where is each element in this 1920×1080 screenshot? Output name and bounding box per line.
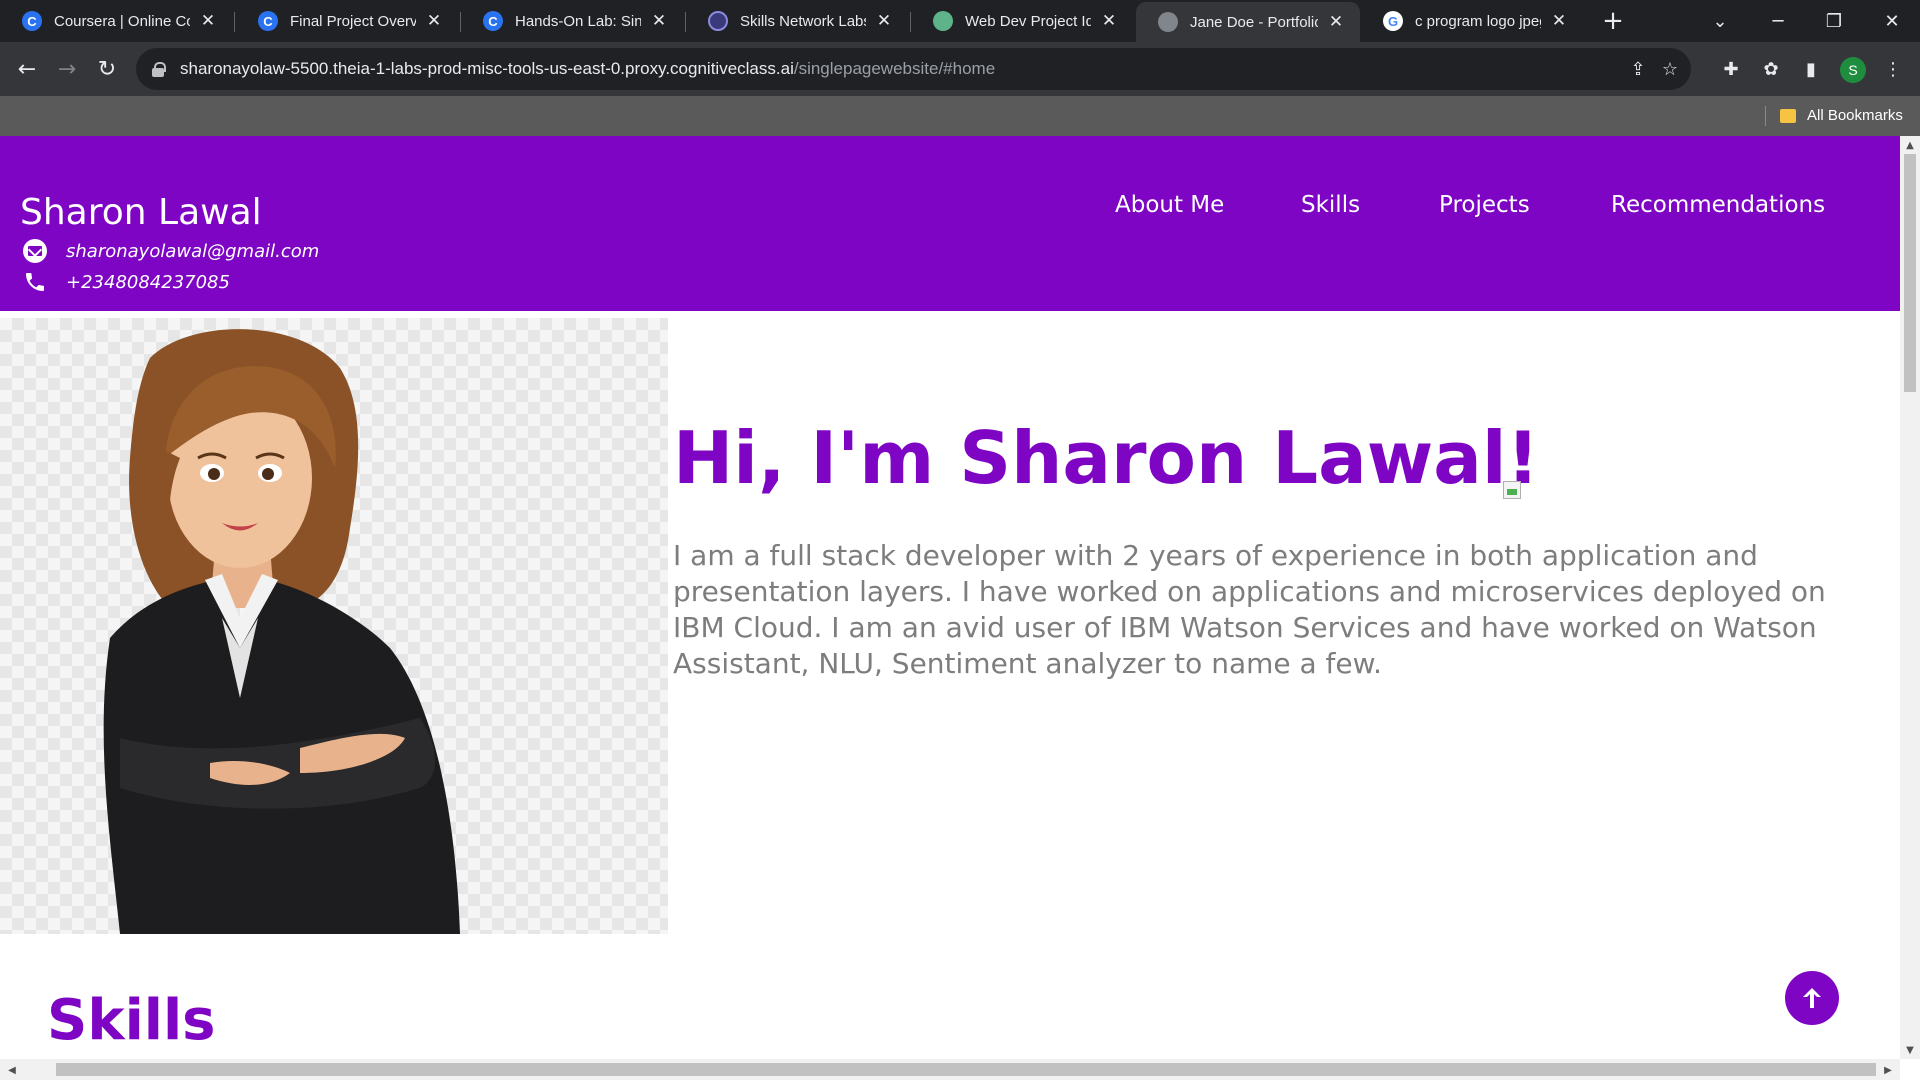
horizontal-scrollbar[interactable]: ◀ ▶ bbox=[0, 1059, 1900, 1080]
vertical-scrollbar[interactable]: ▲ ▼ bbox=[1900, 136, 1920, 1059]
arrow-up-icon bbox=[1803, 988, 1821, 1008]
new-tab-button[interactable]: + bbox=[1598, 6, 1628, 36]
google-icon: G bbox=[1383, 11, 1403, 31]
phone-icon bbox=[22, 269, 48, 295]
profile-illustration bbox=[0, 318, 668, 934]
chatgpt-icon bbox=[933, 11, 953, 31]
bookmarks-separator bbox=[1765, 106, 1766, 126]
minimize-button[interactable]: ─ bbox=[1750, 0, 1806, 42]
vertical-scroll-thumb[interactable] bbox=[1904, 154, 1916, 392]
email-text: sharonayolawal@gmail.com bbox=[66, 240, 320, 262]
tab-google-search[interactable]: G c program logo jpeg ✕ bbox=[1361, 0, 1583, 42]
envelope-icon bbox=[22, 238, 48, 264]
coursera-icon: C bbox=[483, 11, 503, 31]
tab-hands-on-lab[interactable]: C Hands-On Lab: Single ✕ bbox=[461, 0, 683, 42]
site-header: Sharon Lawal sharonayolawal@gmail.com +2… bbox=[0, 136, 1900, 311]
close-icon[interactable]: ✕ bbox=[649, 11, 669, 31]
tab-separator bbox=[234, 12, 235, 32]
site-owner-name: Sharon Lawal bbox=[20, 192, 262, 233]
scroll-down-arrow-icon[interactable]: ▼ bbox=[1900, 1041, 1920, 1059]
broken-image-icon bbox=[1503, 481, 1521, 499]
tab-label: Jane Doe - Portfolio bbox=[1190, 13, 1318, 31]
close-icon[interactable]: ✕ bbox=[1099, 11, 1119, 31]
tab-skills-network[interactable]: Skills Network Labs ✕ bbox=[686, 0, 908, 42]
coursera-icon: C bbox=[258, 11, 278, 31]
chatgpt-extension-icon[interactable]: ✿ bbox=[1756, 54, 1786, 84]
nav-skills[interactable]: Skills bbox=[1301, 192, 1360, 218]
extensions-icon[interactable]: ✚ bbox=[1716, 54, 1746, 84]
hero-description: I am a full stack developer with 2 years… bbox=[673, 539, 1826, 680]
tab-label: Hands-On Lab: Single bbox=[515, 12, 641, 30]
skills-section-heading: Skills bbox=[47, 988, 216, 1053]
browser-toolbar: ← → ↻ sharonayolaw-5500.theia-1-labs-pro… bbox=[0, 42, 1920, 96]
all-bookmarks-button[interactable]: All Bookmarks bbox=[1807, 107, 1903, 124]
address-bar[interactable]: sharonayolaw-5500.theia-1-labs-prod-misc… bbox=[136, 48, 1691, 90]
side-panel-icon[interactable]: ▮ bbox=[1796, 54, 1826, 84]
tab-search-button[interactable]: ⌄ bbox=[1692, 0, 1748, 42]
tab-coursera[interactable]: C Coursera | Online Courses ✕ bbox=[0, 0, 232, 42]
tab-label: Final Project Overview bbox=[290, 12, 416, 30]
star-icon[interactable]: ☆ bbox=[1658, 57, 1682, 81]
tab-label: Skills Network Labs bbox=[740, 12, 866, 30]
profile-avatar[interactable]: S bbox=[1840, 57, 1866, 83]
globe-icon bbox=[1158, 12, 1178, 32]
horizontal-scroll-thumb[interactable] bbox=[56, 1063, 1876, 1076]
bookmarks-bar: All Bookmarks bbox=[0, 96, 1920, 136]
close-icon[interactable]: ✕ bbox=[424, 11, 444, 31]
tab-label: c program logo jpeg bbox=[1415, 12, 1541, 30]
close-window-button[interactable]: ✕ bbox=[1864, 0, 1920, 42]
phone-text: +2348084237085 bbox=[66, 271, 230, 293]
nav-recommendations[interactable]: Recommendations bbox=[1611, 192, 1825, 218]
coursera-icon: C bbox=[22, 11, 42, 31]
tab-web-dev-ideas[interactable]: Web Dev Project Ideas ✕ bbox=[911, 0, 1133, 42]
page-viewport: Sharon Lawal sharonayolawal@gmail.com +2… bbox=[0, 136, 1900, 1059]
skills-network-icon bbox=[708, 11, 728, 31]
back-button[interactable]: ← bbox=[12, 54, 42, 84]
close-icon[interactable]: ✕ bbox=[1549, 11, 1569, 31]
browser-tab-strip: C Coursera | Online Courses ✕ C Final Pr… bbox=[0, 0, 1920, 42]
back-to-top-button[interactable] bbox=[1785, 971, 1839, 1025]
url-host: sharonayolaw-5500.theia-1-labs-prod-misc… bbox=[180, 59, 794, 78]
scroll-up-arrow-icon[interactable]: ▲ bbox=[1900, 136, 1920, 154]
lock-icon[interactable] bbox=[152, 62, 166, 77]
close-icon[interactable]: ✕ bbox=[874, 11, 894, 31]
menu-icon[interactable]: ⋮ bbox=[1878, 54, 1908, 84]
tab-final-project[interactable]: C Final Project Overview ✕ bbox=[236, 0, 458, 42]
phone-contact[interactable]: +2348084237085 bbox=[22, 269, 230, 295]
tab-label: Web Dev Project Ideas bbox=[965, 12, 1091, 30]
reload-button[interactable]: ↻ bbox=[92, 54, 122, 84]
restore-button[interactable]: ❐ bbox=[1806, 0, 1862, 42]
nav-about-me[interactable]: About Me bbox=[1115, 192, 1224, 218]
email-contact[interactable]: sharonayolawal@gmail.com bbox=[22, 238, 319, 264]
folder-icon bbox=[1780, 109, 1796, 123]
scroll-left-arrow-icon[interactable]: ◀ bbox=[2, 1061, 22, 1079]
tab-portfolio[interactable]: Jane Doe - Portfolio ✕ bbox=[1136, 2, 1360, 42]
url-path: /singlepagewebsite/#home bbox=[793, 59, 996, 78]
scroll-right-arrow-icon[interactable]: ▶ bbox=[1878, 1061, 1898, 1079]
nav-projects[interactable]: Projects bbox=[1439, 192, 1530, 218]
url-text: sharonayolaw-5500.theia-1-labs-prod-misc… bbox=[180, 59, 995, 79]
forward-button[interactable]: → bbox=[52, 54, 82, 84]
share-icon[interactable]: ⇪ bbox=[1626, 57, 1650, 81]
close-icon[interactable]: ✕ bbox=[1326, 12, 1346, 32]
close-icon[interactable]: ✕ bbox=[198, 11, 218, 31]
hero-heading: Hi, I'm Sharon Lawal! bbox=[673, 416, 1540, 500]
tab-label: Coursera | Online Courses bbox=[54, 12, 190, 30]
